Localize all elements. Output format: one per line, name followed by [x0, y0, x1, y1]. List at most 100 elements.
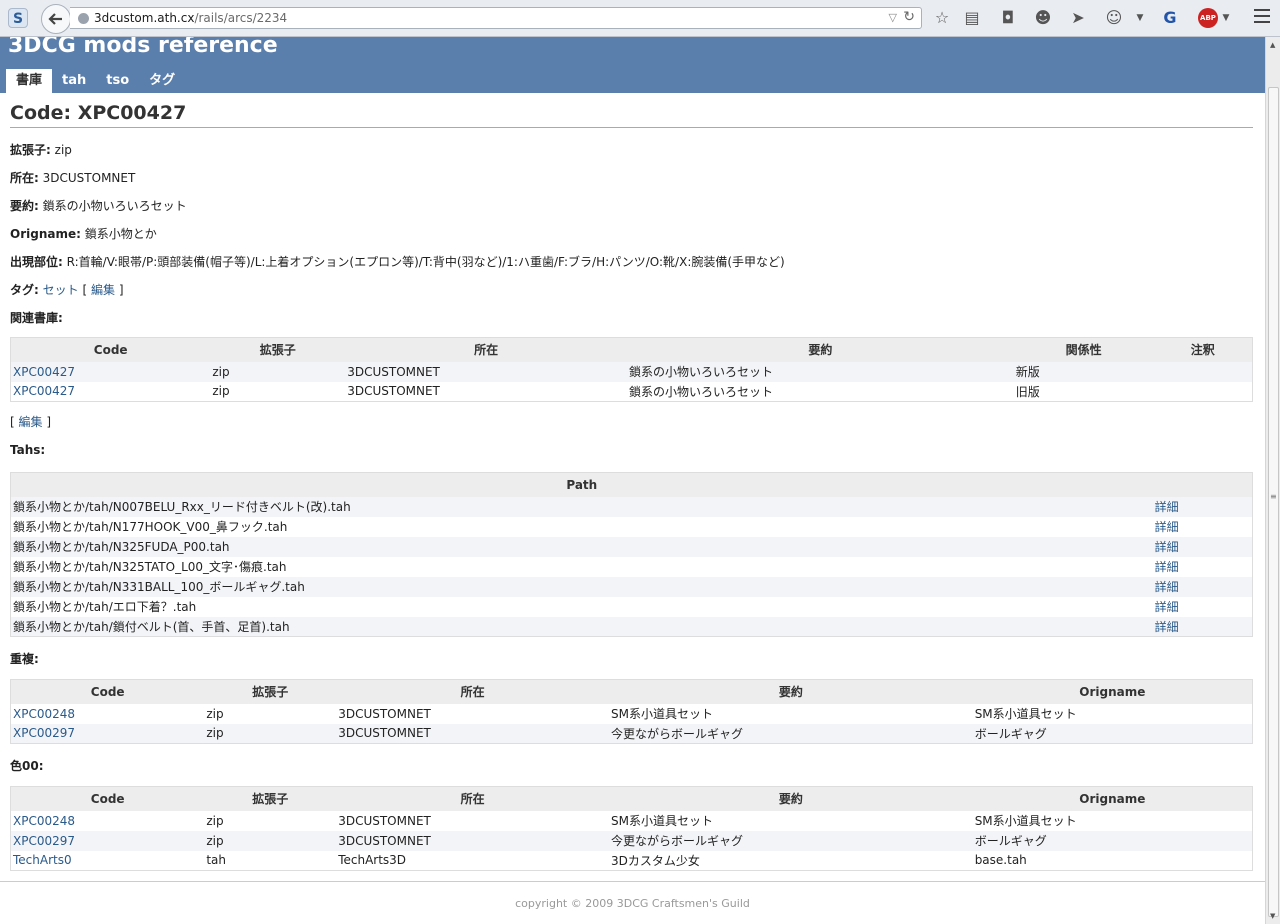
- detail-link[interactable]: 詳細: [1155, 500, 1179, 514]
- tab-archives[interactable]: 書庫: [6, 69, 53, 93]
- code-link[interactable]: TechArts0: [13, 853, 72, 867]
- field-value: 3DCUSTOMNET: [42, 171, 136, 185]
- copyright: copyright © 2009 3DCG Craftsmen's Guild: [515, 897, 750, 910]
- detail-link[interactable]: 詳細: [1155, 540, 1179, 554]
- detail-link[interactable]: 詳細: [1155, 620, 1179, 634]
- scrollbar-thumb[interactable]: [1268, 87, 1279, 917]
- tah-path: 鎖系小物とか/tah/鎖付ベルト(首、手首、足首).tah: [10, 616, 1153, 637]
- table-row: 鎖系小物とか/tah/鎖付ベルト(首、手首、足首).tah 詳細: [10, 616, 1253, 637]
- back-button[interactable]: [41, 4, 71, 34]
- adblock-dropdown-icon[interactable]: ▼: [1216, 8, 1236, 28]
- tab-tags[interactable]: タグ: [139, 69, 185, 93]
- tah-path: 鎖系小物とか/tah/N007BELU_Rxx_リード付きベルト(改).tah: [10, 496, 1153, 517]
- detail-link[interactable]: 詳細: [1155, 560, 1179, 574]
- pocket-icon[interactable]: ◘: [998, 8, 1018, 28]
- table-cell: zip: [204, 723, 337, 744]
- tab-tah[interactable]: tah: [52, 69, 96, 93]
- table-cell: TechArts3D: [336, 850, 609, 871]
- adblock-icon[interactable]: ABP: [1198, 8, 1218, 28]
- table-cell: ボールギャグ: [972, 723, 1253, 744]
- column-header: Origname: [972, 679, 1253, 704]
- table-cell: SM系小道具セット: [972, 703, 1253, 724]
- table-cell: zip: [210, 361, 346, 382]
- field-parts: 出現部位: R:首輪/V:眼帯/P:頭部装備(帽子等)/L:上着オプション(エプ…: [10, 253, 1253, 271]
- code-link[interactable]: XPC00248: [13, 707, 75, 721]
- table-cell: SM系小道具セット: [608, 703, 973, 724]
- reload-icon[interactable]: ↻: [903, 9, 915, 25]
- table-cell: 3DCUSTOMNET: [336, 703, 609, 724]
- site-title[interactable]: 3DCG mods reference: [8, 37, 278, 58]
- code-link[interactable]: XPC00297: [13, 834, 75, 848]
- translate-icon[interactable]: G: [1160, 8, 1180, 28]
- edit-related-link[interactable]: 編集: [19, 415, 43, 429]
- color00-label: 色00:: [10, 759, 44, 773]
- column-header: Origname: [972, 786, 1253, 811]
- table-cell: [1153, 361, 1253, 382]
- detail-link[interactable]: 詳細: [1155, 580, 1179, 594]
- back-arrow-icon: [48, 13, 62, 25]
- tag-link[interactable]: セット: [43, 283, 79, 297]
- code-link[interactable]: XPC00248: [13, 814, 75, 828]
- page-content: 3DCG mods reference 書庫 tah tso タグ Code: …: [0, 37, 1265, 924]
- column-header-path: Path: [10, 472, 1153, 497]
- vertical-scrollbar[interactable]: ▲ ≡ ▼: [1265, 37, 1280, 924]
- history-dropdown-icon[interactable]: ▽: [889, 11, 897, 24]
- column-header: 要約: [626, 337, 1014, 362]
- tab-tso[interactable]: tso: [96, 69, 139, 93]
- reading-list-icon[interactable]: ▤: [962, 8, 982, 28]
- browser-toolbar: S 3dcustom.ath.cx/rails/arcs/2234 ▽ ↻ ☆ …: [0, 0, 1280, 37]
- column-header: 関係性: [1013, 337, 1154, 362]
- table-cell: ボールギャグ: [972, 830, 1253, 851]
- column-header: 注釈: [1153, 337, 1253, 362]
- table-row: 鎖系小物とか/tah/N177HOOK_V00_鼻フック.tah 詳細: [10, 516, 1253, 537]
- table-cell: 3DCUSTOMNET: [336, 723, 609, 744]
- tah-path: 鎖系小物とか/tah/N331BALL_100_ボールギャグ.tah: [10, 576, 1153, 597]
- field-origname: Origname: 鎖系小物とか: [10, 225, 1253, 243]
- address-bar[interactable]: 3dcustom.ath.cx/rails/arcs/2234 ▽ ↻: [70, 7, 922, 29]
- scroll-up-icon[interactable]: ▲: [1270, 41, 1275, 49]
- table-cell: 3DCUSTOMNET: [336, 810, 609, 831]
- table-cell: 3DCUSTOMNET: [345, 361, 627, 382]
- code-link[interactable]: XPC00297: [13, 726, 75, 740]
- bracket-open: [: [10, 415, 15, 429]
- hamburger-menu-icon[interactable]: [1254, 9, 1270, 23]
- duplicates-label: 重複:: [10, 652, 39, 666]
- table-row: XPC00248 zip 3DCUSTOMNET SM系小道具セット SM系小道…: [10, 703, 1253, 724]
- table-row: TechArts0 tah TechArts3D 3Dカスタム少女 base.t…: [10, 850, 1253, 871]
- table-cell: 今更ながらボールギャグ: [608, 830, 973, 851]
- table-row: XPC00297 zip 3DCUSTOMNET 今更ながらボールギャグ ボール…: [10, 723, 1253, 744]
- detail-link[interactable]: 詳細: [1155, 600, 1179, 614]
- field-tags: タグ: セット [ 編集 ]: [10, 281, 1253, 299]
- tah-path: 鎖系小物とか/tah/N325FUDA_P00.tah: [10, 536, 1153, 557]
- scroll-down-icon[interactable]: ▼: [1270, 912, 1275, 920]
- table-cell: SM系小道具セット: [608, 810, 973, 831]
- app-logo-icon[interactable]: S: [8, 8, 28, 28]
- table-cell: zip: [204, 703, 337, 724]
- extension-dropdown-icon[interactable]: ▼: [1130, 8, 1150, 28]
- table-row: XPC00427 zip 3DCUSTOMNET 鎖系の小物いろいろセット 旧版: [10, 381, 1253, 402]
- column-header: 所在: [345, 337, 627, 362]
- table-cell: 3DCUSTOMNET: [336, 830, 609, 851]
- duplicates-table: Code 拡張子 所在 要約 Origname XPC00248 zip 3DC…: [10, 679, 1253, 744]
- bracket-close: ]: [46, 415, 52, 429]
- detail-link[interactable]: 詳細: [1155, 520, 1179, 534]
- table-cell: zip: [204, 830, 337, 851]
- tah-path: 鎖系小物とか/tah/N325TATO_L00_文字･傷痕.tah: [10, 556, 1153, 577]
- chat-icon[interactable]: ☻: [1033, 8, 1053, 28]
- field-label: 要約:: [10, 199, 39, 213]
- table-cell: 今更ながらボールギャグ: [608, 723, 973, 744]
- table-row: XPC00297 zip 3DCUSTOMNET 今更ながらボールギャグ ボール…: [10, 830, 1253, 851]
- bookmark-star-icon[interactable]: ☆: [932, 8, 952, 28]
- extension-face-icon[interactable]: ☺: [1104, 8, 1124, 28]
- url-host: 3dcustom.ath.cx: [94, 11, 195, 25]
- url-path: /rails/arcs/2234: [194, 11, 288, 25]
- code-link[interactable]: XPC00427: [13, 365, 75, 379]
- scroll-grip-icon: ≡: [1270, 492, 1277, 501]
- url-text[interactable]: 3dcustom.ath.cx/rails/arcs/2234: [94, 11, 287, 25]
- send-icon[interactable]: ➤: [1068, 8, 1088, 28]
- code-link[interactable]: XPC00427: [13, 384, 75, 398]
- table-row: XPC00427 zip 3DCUSTOMNET 鎖系の小物いろいろセット 新版: [10, 361, 1253, 382]
- edit-tags-link[interactable]: 編集: [91, 283, 115, 297]
- table-row: 鎖系小物とか/tah/N325TATO_L00_文字･傷痕.tah 詳細: [10, 556, 1253, 577]
- table-cell: base.tah: [972, 850, 1253, 871]
